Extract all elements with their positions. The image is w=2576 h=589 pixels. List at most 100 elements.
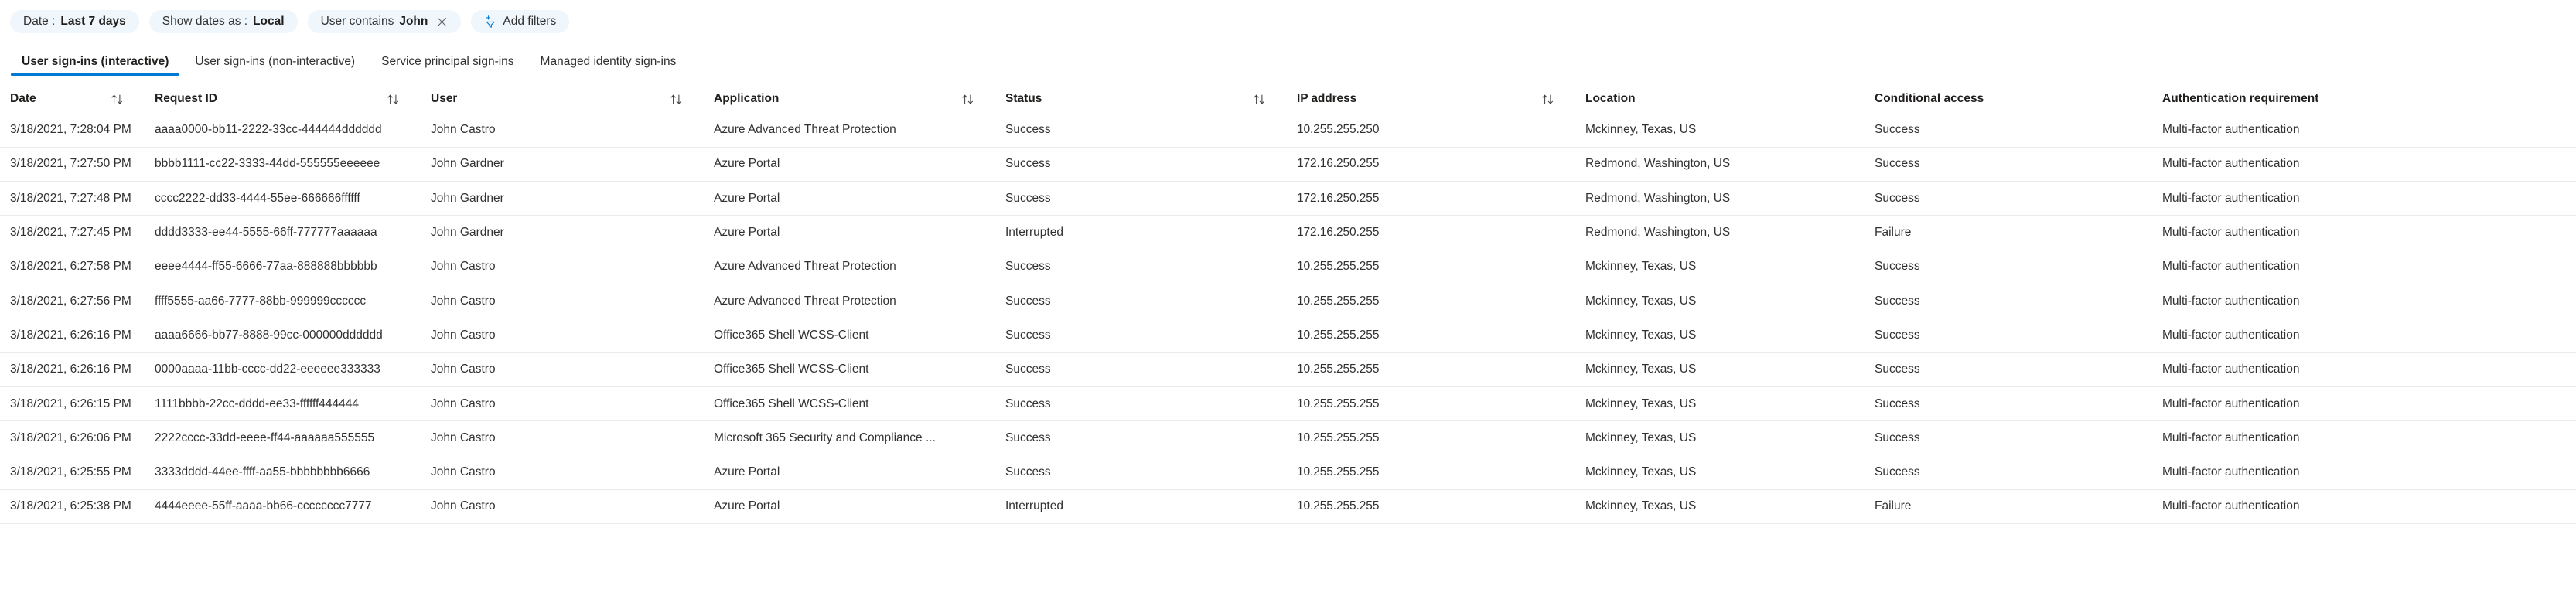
cell-user: John Castro	[421, 455, 705, 489]
column-header-label: Request ID	[155, 92, 217, 106]
cell-auth: Multi-factor authentication	[2153, 421, 2576, 455]
cell-ip: 172.16.250.255	[1288, 216, 1576, 250]
table-header-row: Date Request ID UserApplicationStatusIP ad…	[0, 85, 2576, 113]
cell-auth: Multi-factor authentication	[2153, 250, 2576, 284]
tab-service-principal-sign-ins[interactable]: Service principal sign-ins	[368, 56, 527, 77]
cell-app: Office365 Shell WCSS-Client	[705, 318, 996, 352]
cell-auth: Multi-factor authentication	[2153, 455, 2576, 489]
cell-date: 3/18/2021, 6:25:38 PM	[0, 489, 145, 523]
cell-auth: Multi-factor authentication	[2153, 182, 2576, 216]
cell-app: Azure Portal	[705, 216, 996, 250]
user-filter[interactable]: User contains John	[308, 10, 462, 33]
cell-status: Success	[996, 386, 1288, 420]
table-row[interactable]: 3/18/2021, 6:26:06 PM2222cccc-33dd-eeee-…	[0, 421, 2576, 455]
close-icon[interactable]	[436, 16, 448, 28]
column-header-app[interactable]: Application	[705, 85, 996, 113]
cell-loc: Redmond, Washington, US	[1576, 182, 1865, 216]
add-filter-icon	[484, 15, 497, 29]
cell-status: Success	[996, 421, 1288, 455]
cell-req: 4444eeee-55ff-aaaa-bb66-cccccccc7777	[145, 489, 421, 523]
table-row[interactable]: 3/18/2021, 6:27:56 PMffff5555-aa66-7777-…	[0, 284, 2576, 318]
sort-icon[interactable]	[1253, 94, 1266, 105]
cell-date: 3/18/2021, 6:27:58 PM	[0, 250, 145, 284]
cell-auth: Multi-factor authentication	[2153, 489, 2576, 523]
tab-user-sign-ins-interactive[interactable]: User sign-ins (interactive)	[9, 56, 182, 77]
table-row[interactable]: 3/18/2021, 7:27:45 PMdddd3333-ee44-5555-…	[0, 216, 2576, 250]
cell-date: 3/18/2021, 6:25:55 PM	[0, 455, 145, 489]
table-row[interactable]: 3/18/2021, 6:26:16 PM0000aaaa-11bb-cccc-…	[0, 352, 2576, 386]
cell-app: Microsoft 365 Security and Compliance ..…	[705, 421, 996, 455]
cell-loc: Mckinney, Texas, US	[1576, 352, 1865, 386]
sort-icon[interactable]	[387, 94, 400, 105]
cell-cond: Success	[1865, 182, 2153, 216]
filter-value: John	[399, 15, 428, 29]
cell-req: eeee4444-ff55-6666-77aa-888888bbbbbb	[145, 250, 421, 284]
sort-icon[interactable]	[1541, 94, 1554, 105]
cell-loc: Mckinney, Texas, US	[1576, 113, 1865, 147]
column-header-status[interactable]: Status	[996, 85, 1288, 113]
add-filters-button[interactable]: Add filters	[471, 10, 569, 33]
table-row[interactable]: 3/18/2021, 7:27:50 PMbbbb1111-cc22-3333-…	[0, 147, 2576, 181]
cell-status: Success	[996, 352, 1288, 386]
column-header-user[interactable]: User	[421, 85, 705, 113]
sort-icon[interactable]	[111, 94, 124, 105]
cell-date: 3/18/2021, 7:27:50 PM	[0, 147, 145, 181]
cell-status: Success	[996, 318, 1288, 352]
cell-status: Success	[996, 147, 1288, 181]
cell-auth: Multi-factor authentication	[2153, 147, 2576, 181]
cell-loc: Mckinney, Texas, US	[1576, 386, 1865, 420]
cell-user: John Castro	[421, 318, 705, 352]
cell-ip: 10.255.255.255	[1288, 284, 1576, 318]
filter-value: Last 7 days	[60, 15, 125, 29]
table-row[interactable]: 3/18/2021, 7:28:04 PMaaaa0000-bb11-2222-…	[0, 113, 2576, 147]
cell-loc: Mckinney, Texas, US	[1576, 318, 1865, 352]
tab-managed-identity-sign-ins[interactable]: Managed identity sign-ins	[527, 56, 690, 77]
table-row[interactable]: 3/18/2021, 6:26:16 PMaaaa6666-bb77-8888-…	[0, 318, 2576, 352]
cell-date: 3/18/2021, 6:26:16 PM	[0, 352, 145, 386]
column-header-auth[interactable]: Authentication requirement	[2153, 85, 2576, 113]
cell-status: Success	[996, 284, 1288, 318]
table-row[interactable]: 3/18/2021, 6:25:55 PM3333dddd-44ee-ffff-…	[0, 455, 2576, 489]
cell-ip: 10.255.255.255	[1288, 489, 1576, 523]
cell-status: Interrupted	[996, 489, 1288, 523]
cell-ip: 10.255.255.255	[1288, 455, 1576, 489]
cell-status: Interrupted	[996, 216, 1288, 250]
tab-user-sign-ins-non-interactive[interactable]: User sign-ins (non-interactive)	[182, 56, 368, 77]
filter-label: User contains	[321, 15, 394, 29]
table-row[interactable]: 3/18/2021, 7:27:48 PMcccc2222-dd33-4444-…	[0, 182, 2576, 216]
cell-app: Azure Portal	[705, 455, 996, 489]
cell-cond: Success	[1865, 455, 2153, 489]
cell-auth: Multi-factor authentication	[2153, 318, 2576, 352]
cell-req: cccc2222-dd33-4444-55ee-666666ffffff	[145, 182, 421, 216]
cell-cond: Success	[1865, 284, 2153, 318]
cell-user: John Castro	[421, 284, 705, 318]
column-header-label: Conditional access	[1875, 92, 1984, 106]
cell-app: Azure Portal	[705, 182, 996, 216]
filter-value: Local	[253, 15, 284, 29]
cell-req: ffff5555-aa66-7777-88bb-999999cccccc	[145, 284, 421, 318]
cell-user: John Castro	[421, 352, 705, 386]
column-header-loc[interactable]: Location	[1576, 85, 1865, 113]
column-header-ip[interactable]: IP address	[1288, 85, 1576, 113]
column-header-label: Authentication requirement	[2162, 92, 2318, 106]
cell-loc: Mckinney, Texas, US	[1576, 455, 1865, 489]
cell-loc: Redmond, Washington, US	[1576, 147, 1865, 181]
column-header-cond[interactable]: Conditional access	[1865, 85, 2153, 113]
cell-loc: Redmond, Washington, US	[1576, 216, 1865, 250]
sort-icon[interactable]	[670, 94, 683, 105]
table-row[interactable]: 3/18/2021, 6:27:58 PMeeee4444-ff55-6666-…	[0, 250, 2576, 284]
cell-date: 3/18/2021, 6:27:56 PM	[0, 284, 145, 318]
show-dates-filter[interactable]: Show dates as :Local	[149, 10, 298, 33]
table-row[interactable]: 3/18/2021, 6:26:15 PM1111bbbb-22cc-dddd-…	[0, 386, 2576, 420]
cell-ip: 10.255.255.250	[1288, 113, 1576, 147]
column-header-date[interactable]: Date	[0, 85, 145, 113]
cell-cond: Success	[1865, 147, 2153, 181]
table-row[interactable]: 3/18/2021, 6:25:38 PM4444eeee-55ff-aaaa-…	[0, 489, 2576, 523]
date-filter[interactable]: Date :Last 7 days	[10, 10, 139, 33]
cell-user: John Gardner	[421, 182, 705, 216]
cell-auth: Multi-factor authentication	[2153, 216, 2576, 250]
column-header-req[interactable]: Request ID	[145, 85, 421, 113]
cell-status: Success	[996, 113, 1288, 147]
filter-bar: Date :Last 7 days Show dates as :Local Use…	[0, 0, 2576, 43]
sort-icon[interactable]	[961, 94, 974, 105]
